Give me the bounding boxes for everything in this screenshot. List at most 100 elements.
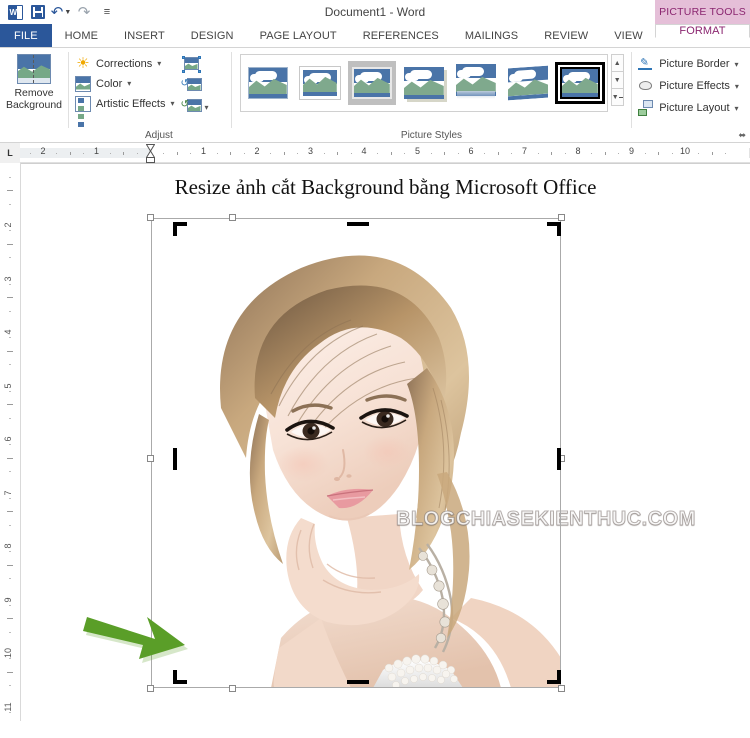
gallery-scroll-up[interactable]: ▲ bbox=[610, 54, 624, 72]
ruler-tick bbox=[511, 152, 513, 154]
ruler-tick bbox=[163, 152, 165, 154]
green-arrow-annotation bbox=[83, 617, 188, 663]
undo-dropdown-caret[interactable]: ▼ bbox=[64, 9, 71, 16]
tab-home[interactable]: HOME bbox=[52, 24, 111, 47]
undo-icon[interactable]: ↶ ▼ bbox=[51, 2, 72, 22]
chevron-down-icon[interactable]: ▾ bbox=[735, 60, 739, 69]
word-logo-icon[interactable]: W bbox=[5, 2, 25, 22]
ruler-tick bbox=[618, 152, 620, 154]
document-page[interactable]: Resize ảnh cắt Background bằng Microsoft… bbox=[20, 163, 750, 721]
document-workspace: 2 3 4 5 6 7 8 9 10 11 Resize ảnh cắt Background b… bbox=[0, 163, 750, 721]
crop-handle-top-right[interactable] bbox=[547, 222, 561, 236]
crop-handle-bottom-left[interactable] bbox=[173, 670, 187, 684]
tab-references[interactable]: REFERENCES bbox=[350, 24, 452, 47]
change-picture-icon[interactable]: ↺ bbox=[181, 77, 202, 95]
crop-handle-middle-left[interactable] bbox=[173, 448, 177, 470]
ruler-tick bbox=[350, 152, 352, 154]
crop-handle-top-left[interactable] bbox=[173, 222, 187, 236]
ruler-tick bbox=[9, 444, 11, 446]
ruler-tick bbox=[7, 190, 13, 192]
selected-picture[interactable]: BLOGCHIASEKIENTHUC.COM bbox=[147, 214, 696, 692]
gallery-scroll-down[interactable]: ▼ bbox=[610, 71, 624, 89]
ruler-tick bbox=[190, 152, 192, 154]
ruler-number: 3 bbox=[307, 145, 314, 156]
dialog-box-launcher[interactable]: ⬌ bbox=[738, 130, 746, 141]
ruler-tick bbox=[604, 151, 606, 155]
ruler-tick bbox=[176, 151, 178, 155]
tab-insert[interactable]: INSERT bbox=[111, 24, 178, 47]
resize-handle-bottom-left bbox=[147, 685, 154, 692]
brightness-sun-icon: ☀ bbox=[76, 54, 90, 72]
picture-border-label: Picture Border bbox=[659, 58, 730, 70]
redo-icon[interactable]: ↷ bbox=[74, 2, 94, 22]
customize-qat-icon[interactable]: ≡ bbox=[97, 2, 117, 22]
ruler-track[interactable]: 2 1 1 2 3 4 5 6 7 8 9 10 bbox=[20, 143, 750, 163]
chevron-down-icon[interactable]: ▾ bbox=[735, 104, 739, 113]
ruler-number: 2 bbox=[3, 222, 13, 228]
ruler-number: 1 bbox=[93, 145, 100, 156]
picture-border-button[interactable]: ✎ Picture Border ▾ bbox=[638, 55, 750, 73]
crop-handle-top-center[interactable] bbox=[347, 222, 369, 226]
horizontal-ruler[interactable]: L 2 1 1 2 3 4 5 6 7 8 9 10 bbox=[0, 142, 750, 163]
ruler-tick bbox=[658, 151, 660, 155]
picture-style-thumb[interactable] bbox=[295, 61, 344, 105]
crop-handle-middle-right[interactable] bbox=[557, 448, 561, 470]
tab-review[interactable]: REVIEW bbox=[531, 24, 601, 47]
picture-layout-button[interactable]: Picture Layout ▾ bbox=[638, 99, 750, 117]
picture-style-thumb[interactable] bbox=[451, 61, 500, 105]
picture-style-thumb[interactable] bbox=[503, 61, 552, 105]
artistic-effects-label: Artistic Effects bbox=[96, 97, 166, 110]
corrections-button[interactable]: ☀ Corrections ▾ bbox=[75, 55, 175, 72]
tab-file[interactable]: FILE bbox=[0, 24, 52, 47]
ruler-tick bbox=[9, 310, 11, 312]
ruler-number: 4 bbox=[3, 329, 13, 335]
chevron-down-icon[interactable]: ▾ bbox=[127, 79, 131, 88]
compress-pictures-icon[interactable] bbox=[181, 56, 202, 74]
ruler-tick bbox=[9, 176, 11, 178]
crop-handle-bottom-right[interactable] bbox=[547, 670, 561, 684]
group-label-adjust: Adjust bbox=[144, 130, 173, 141]
picture-style-thumb-selected[interactable] bbox=[555, 61, 604, 105]
tab-stop-selector[interactable]: L bbox=[0, 142, 20, 163]
ribbon-tabs: FILE HOME INSERT DESIGN PAGE LAYOUT REFE… bbox=[0, 24, 750, 48]
ruler-tick bbox=[671, 152, 673, 154]
tab-design[interactable]: DESIGN bbox=[178, 24, 247, 47]
ruler-tick bbox=[7, 243, 13, 245]
resize-handle-top-left bbox=[147, 214, 154, 221]
chevron-down-icon[interactable]: ▾ bbox=[735, 82, 739, 91]
picture-border-icon: ✎ bbox=[638, 56, 654, 72]
indent-marker[interactable] bbox=[145, 143, 155, 163]
reset-picture-icon[interactable]: ↺ bbox=[181, 98, 202, 116]
ruler-tick bbox=[7, 618, 13, 620]
ruler-number: 2 bbox=[254, 145, 260, 156]
remove-background-button[interactable]: Remove Background bbox=[0, 48, 68, 111]
tab-mailings[interactable]: MAILINGS bbox=[452, 24, 531, 47]
ruler-tick bbox=[711, 151, 713, 155]
ruler-tick bbox=[7, 297, 13, 299]
picture-style-thumb[interactable] bbox=[347, 61, 396, 105]
tab-format[interactable]: FORMAT bbox=[655, 24, 750, 38]
tab-view[interactable]: VIEW bbox=[601, 24, 656, 47]
artistic-effects-button[interactable]: Artistic Effects ▾ bbox=[75, 95, 175, 127]
chevron-down-icon[interactable]: ▾ bbox=[170, 99, 174, 108]
picture-style-thumb[interactable] bbox=[243, 61, 292, 105]
color-button[interactable]: Color ▾ bbox=[75, 75, 175, 92]
picture-effects-button[interactable]: Picture Effects ▾ bbox=[638, 77, 750, 95]
ruler-tick bbox=[7, 511, 13, 513]
gallery-more-glyph: ▼ bbox=[611, 93, 619, 101]
ruler-tick bbox=[484, 152, 486, 154]
ruler-tick bbox=[243, 152, 245, 154]
artistic-effects-icon bbox=[75, 95, 91, 127]
gallery-more-button[interactable]: ▼ bbox=[610, 88, 624, 106]
tab-page-layout[interactable]: PAGE LAYOUT bbox=[247, 24, 350, 47]
crop-handle-bottom-center[interactable] bbox=[347, 680, 369, 684]
save-icon[interactable] bbox=[28, 2, 48, 22]
vertical-ruler[interactable]: 2 3 4 5 6 7 8 9 10 11 bbox=[0, 163, 20, 721]
chevron-down-icon[interactable]: ▾ bbox=[157, 59, 161, 68]
ruler-tick bbox=[9, 524, 11, 526]
resize-handle-top-right bbox=[558, 214, 565, 221]
picture-style-thumb[interactable] bbox=[399, 61, 448, 105]
chevron-down-icon[interactable]: ▾ bbox=[205, 103, 209, 112]
ruler-number: 11 bbox=[3, 701, 13, 712]
ruler-number: 9 bbox=[3, 596, 13, 603]
